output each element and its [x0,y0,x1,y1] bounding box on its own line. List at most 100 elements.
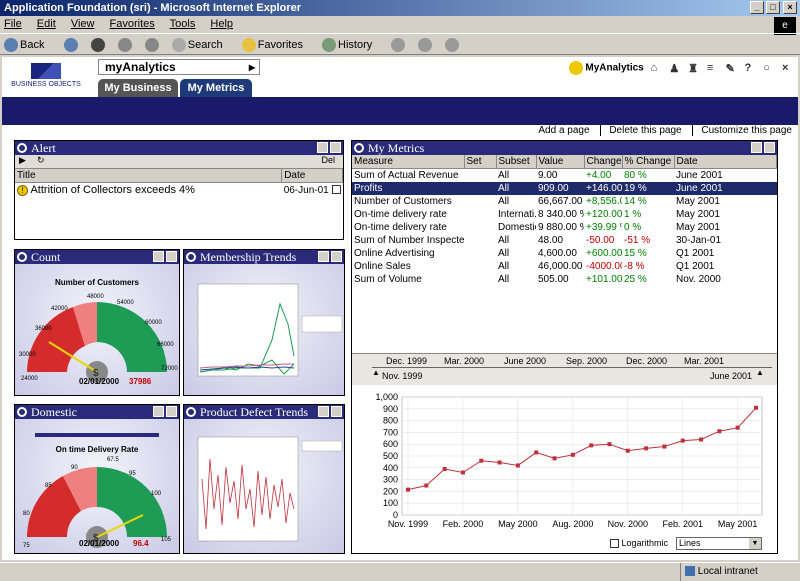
mail-button[interactable] [391,38,407,53]
app-name-selector[interactable]: myAnalytics ▸ [98,59,260,75]
search-icon[interactable]: ○ [763,62,775,74]
refresh-icon[interactable]: ↻ [37,155,45,166]
home-icon[interactable]: ⌂ [651,62,663,74]
play-icon[interactable]: ▶ [19,155,26,166]
stop-button[interactable] [90,38,107,53]
maximize-icon[interactable] [330,142,341,153]
menu-help[interactable]: Help [210,18,233,30]
delete-button[interactable]: Del [321,155,335,165]
metrics-row[interactable]: Online Advertising All 4,600.00 +600.00 15 %… [352,247,777,260]
stop-icon [90,38,105,53]
refresh-button[interactable] [117,38,134,53]
list-icon[interactable]: ≡ [707,62,719,74]
timeline-label: Mar. 2001 [684,356,725,366]
browser-toolbar: Back Search Favorites History [0,33,800,55]
menu-tools[interactable]: Tools [170,18,196,30]
logarithmic-checkbox[interactable] [610,539,619,549]
chart-data-point [680,438,685,443]
col-date[interactable]: Date [674,155,777,169]
minimize-icon[interactable] [751,142,762,153]
print-button[interactable] [418,38,434,53]
minimize-icon[interactable] [153,251,164,262]
chart-data-point [424,483,429,488]
tab-my-business[interactable]: My Business [98,79,178,97]
domestic-gauge-dial: $ 75 80 85 90 67.5 95 100 105 [23,457,172,549]
menu-edit[interactable]: Edit [37,18,56,30]
metrics-row-selected[interactable]: Profits All 909.00 +146.00 19 % June 2001 [352,182,777,195]
maximize-icon[interactable] [764,142,775,153]
close-icon[interactable]: × [782,62,794,74]
tab-my-metrics[interactable]: My Metrics [180,79,252,97]
metrics-row[interactable]: Sum of Number Inspected All 48.00 -50.00 -51… [352,234,777,247]
metrics-row[interactable]: Number of CustomersAll66,667.00+8,556.00… [352,195,777,208]
help-icon[interactable]: ? [744,62,756,74]
menu-file[interactable]: File [4,18,22,30]
domestic-tick-1: 80 [23,511,30,517]
membership-legend [301,315,343,333]
menu-bar: File Edit View Favorites Tools Help [0,16,800,32]
alert-row[interactable]: ! Attrition of Collectors exceeds 4% 06-… [15,183,343,198]
home-button[interactable] [144,38,161,53]
maximize-icon[interactable] [166,251,177,262]
tools-icon[interactable]: ✎ [726,62,738,75]
chart-style-select[interactable]: Lines ▼ [676,537,762,550]
customize-page-link[interactable]: Customize this page [692,125,792,136]
col-subset[interactable]: Subset [496,155,537,169]
group-icon[interactable]: ♜ [688,62,700,75]
col-measure[interactable]: Measure [352,155,465,169]
myanalytics-logo-icon [568,61,583,75]
close-window-button[interactable]: × [783,1,797,14]
range-end-handle[interactable]: ▲ [756,368,764,377]
edit-button[interactable] [445,38,461,53]
maximize-icon[interactable] [331,406,342,417]
timeline-label: Mar. 2000 [444,356,485,366]
chart-data-point [442,466,447,471]
maximize-icon[interactable] [331,251,342,262]
menu-favorites[interactable]: Favorites [110,18,155,30]
timeline-selector[interactable]: Dec. 1999 Mar. 2000 June 2000 Sep. 2000 … [352,353,777,385]
chart-data-point [699,437,704,442]
delete-page-link[interactable]: Delete this page [600,125,682,136]
add-page-link[interactable]: Add a page [530,125,589,136]
forward-button[interactable] [63,38,80,53]
chart-ytick-label: 400 [383,463,398,473]
chart-data-point [662,444,667,449]
defects-header: Product Defect Trends [184,405,344,419]
chart-ytick-label: 100 [383,498,398,508]
range-end-label: June 2001 [710,371,753,381]
user-icon[interactable]: ♟ [669,62,681,75]
count-tick-0: 24000 [21,376,38,382]
timeline-axis: Dec. 1999 Mar. 2000 June 2000 Sep. 2000 … [372,356,772,368]
col-change[interactable]: Change [584,155,623,169]
col-pct-change[interactable]: % Change [622,155,675,169]
logarithmic-toggle[interactable]: Logarithmic [610,538,668,549]
chart-data-point [625,448,630,453]
metrics-row[interactable]: Online Sales All 46,000.00 -4000.00 -8 % Q1 2… [352,260,777,273]
metrics-row[interactable]: On-time delivery rate Domestic 9 880.00 % +… [352,221,777,234]
range-start-handle[interactable]: ▲ [372,368,380,377]
history-button[interactable]: History [322,38,380,53]
back-button[interactable]: Back [4,38,52,53]
search-button[interactable]: Search [171,38,231,53]
maximize-window-button[interactable]: □ [766,1,780,14]
metrics-row[interactable]: On-time delivery rate Internati.. 8 340.00… [352,208,777,221]
chart-data-point [570,452,575,457]
count-tick-8: 72000 [161,366,178,372]
minimize-icon[interactable] [318,406,329,417]
metrics-row[interactable]: Sum of Actual Revenue All 9.00 +4.00 80 % Jun… [352,169,777,183]
domestic-header: Domestic [15,405,179,419]
favorites-button[interactable]: Favorites [241,38,311,53]
alert-toolbar: ▶ ↻ Del [15,155,343,169]
col-value[interactable]: Value [536,155,585,169]
metrics-row[interactable]: Sum of Volume All 505.00 +101.00 25 % Nov. 20… [352,273,777,286]
count-tick-5: 54000 [117,300,134,306]
alert-checkbox[interactable] [331,185,341,195]
minimize-icon[interactable] [153,406,164,417]
maximize-icon[interactable] [166,406,177,417]
col-set[interactable]: Set [464,155,497,169]
portlet-icon [354,143,364,153]
minimize-window-button[interactable]: _ [750,1,764,14]
minimize-icon[interactable] [318,251,329,262]
minimize-icon[interactable] [317,142,328,153]
menu-view[interactable]: View [71,18,95,30]
